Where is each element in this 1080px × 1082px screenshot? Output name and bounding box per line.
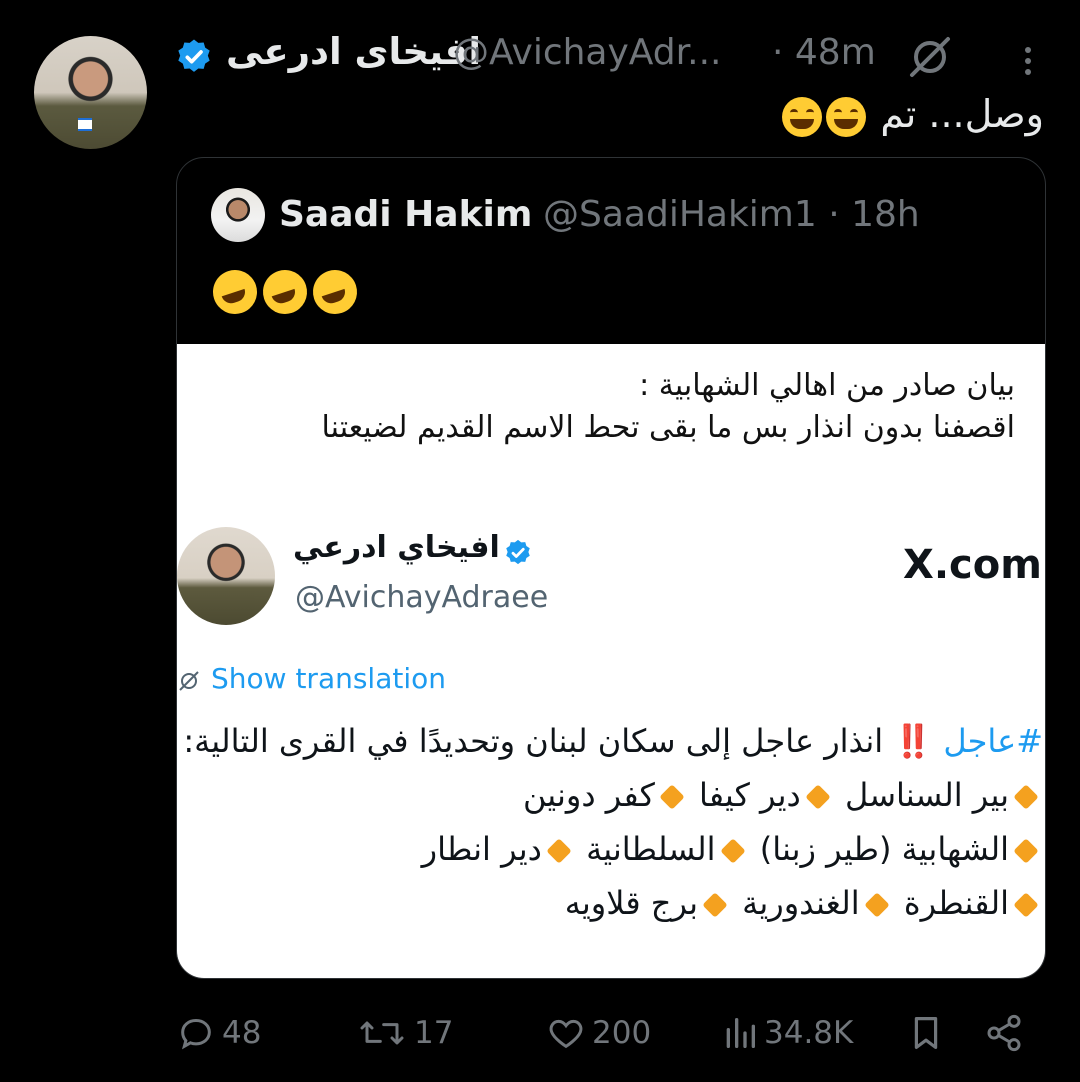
image-caption-line-1: بيان صادر من اهالي الشهابية : — [639, 368, 1015, 403]
quote-author-handle[interactable]: @SaadiHakim1 · 18h — [543, 194, 920, 235]
village-name: الغندورية — [742, 884, 860, 922]
quoted-tweet-card[interactable]: Saadi Hakim @SaadiHakim1 · 18h بيان صادر… — [176, 157, 1046, 979]
share-button[interactable] — [984, 1013, 1024, 1053]
like-button[interactable]: 200 — [546, 1013, 651, 1053]
repost-icon — [360, 1021, 404, 1045]
reply-icon — [181, 1018, 211, 1050]
rofl-emoji-icon — [207, 264, 263, 320]
bookmark-icon — [914, 1016, 938, 1049]
embedded-tweet-body: #عاجل ‼️ انذار عاجل إلى سكان لبنان وتحدي… — [183, 714, 1043, 930]
embedded-verified-badge-icon — [503, 538, 533, 568]
village-name: بير السناسل — [844, 776, 1009, 814]
orange-diamond-icon — [1013, 784, 1039, 810]
quote-author-avatar[interactable] — [211, 188, 265, 242]
repost-button[interactable]: 17 — [356, 1013, 453, 1053]
author-handle[interactable]: @AvichayAdr... — [453, 32, 721, 73]
orange-diamond-icon — [659, 784, 685, 810]
orange-diamond-icon — [702, 892, 728, 918]
rofl-emoji-icon — [257, 264, 313, 320]
orange-diamond-icon — [805, 784, 831, 810]
quoted-image[interactable]: بيان صادر من اهالي الشهابية : اقصفنا بدو… — [177, 344, 1045, 978]
sweat-smile-emoji-icon — [826, 96, 867, 137]
sweat-smile-emoji-icon — [782, 96, 823, 137]
village-name: السلطانية — [586, 830, 716, 868]
quote-text — [207, 264, 363, 320]
verified-badge-icon — [174, 37, 214, 77]
embedded-avatar — [177, 527, 275, 625]
analytics-icon — [726, 1018, 755, 1048]
village-name: دير كيفا — [698, 776, 801, 814]
alert-text: انذار عاجل إلى سكان لبنان وتحديدًا في ال… — [183, 722, 884, 760]
like-count: 200 — [592, 1015, 652, 1051]
embedded-author-handle: @AvichayAdraee — [295, 580, 549, 615]
village-name: دير انطار — [421, 830, 542, 868]
views-button[interactable]: 34.8K — [722, 1013, 853, 1053]
share-icon — [987, 1014, 1021, 1052]
bookmark-button[interactable] — [910, 1013, 942, 1053]
village-name: برج قلاويه — [564, 884, 698, 922]
tweet-action-bar: 48 17 200 34.8K — [0, 1005, 1080, 1061]
author-name[interactable]: افيخاى ادرعى — [226, 30, 481, 73]
village-name: كفر دونين — [522, 776, 655, 814]
orange-diamond-icon — [719, 838, 746, 864]
double-exclamation-icon: ‼️ — [893, 722, 934, 760]
tweet-time[interactable]: · 48m — [772, 32, 876, 73]
embedded-author-name: افيخاي ادرعي — [293, 530, 500, 565]
x-logo-text: X.com — [903, 542, 1042, 588]
hashtag: #عاجل — [943, 722, 1043, 760]
tweet-text-content: وصل... تم — [880, 92, 1044, 136]
flag-patch — [78, 118, 92, 131]
image-caption-line-2: اقصفنا بدون انذار بس ما بقى تحط الاسم ال… — [321, 410, 1015, 445]
village-name: القنطرة — [903, 884, 1009, 922]
tweet-text: وصل... تم — [780, 92, 1044, 137]
orange-diamond-icon — [1013, 892, 1039, 918]
reply-button[interactable]: 48 — [176, 1013, 261, 1053]
view-count: 34.8K — [764, 1015, 854, 1051]
grok-icon[interactable] — [906, 35, 954, 79]
orange-diamond-icon — [863, 892, 890, 918]
village-name: الشهابية (طير زبنا) — [759, 830, 1009, 868]
translate-icon — [177, 669, 201, 693]
orange-diamond-icon — [1013, 838, 1039, 864]
show-translation-link: Show translation — [211, 662, 447, 695]
reply-count: 48 — [222, 1015, 262, 1051]
heart-icon — [549, 1019, 583, 1049]
quote-author-name[interactable]: Saadi Hakim — [279, 194, 532, 235]
repost-count: 17 — [414, 1015, 454, 1051]
rofl-emoji-icon — [307, 264, 363, 320]
orange-diamond-icon — [546, 838, 572, 864]
more-options-icon[interactable] — [1022, 44, 1034, 78]
author-avatar[interactable] — [34, 36, 147, 149]
